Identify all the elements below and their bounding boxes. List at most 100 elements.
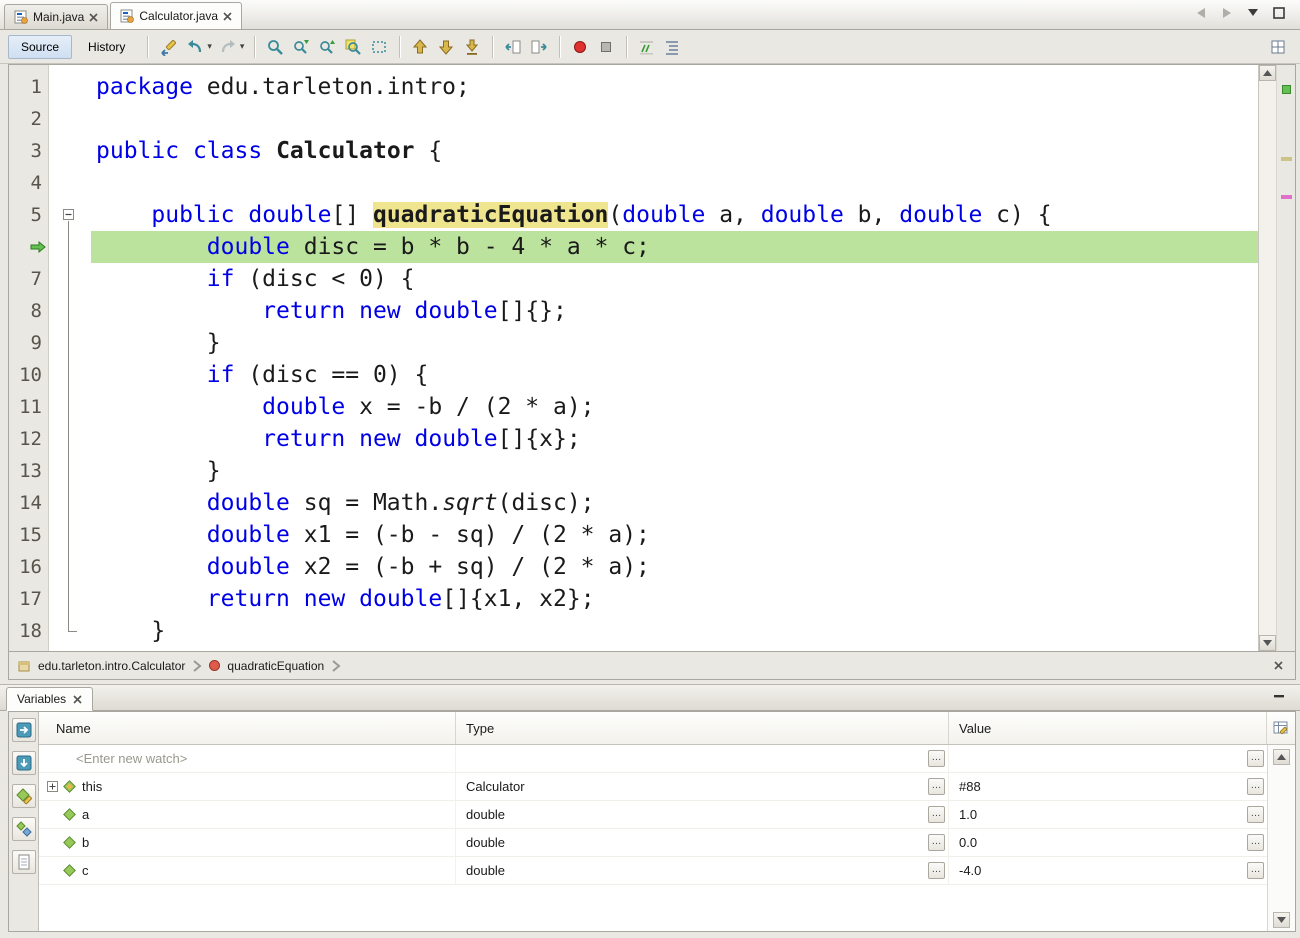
gutter-line[interactable] xyxy=(9,231,48,263)
source-view-button[interactable]: Source xyxy=(8,35,72,59)
gutter-line[interactable]: 7 xyxy=(9,263,48,295)
gutter-line[interactable]: 3 xyxy=(9,135,48,167)
comment-icon[interactable] xyxy=(635,35,659,59)
variable-row-this[interactable]: thisCalculator…#88… xyxy=(39,773,1267,801)
table-options-icon[interactable] xyxy=(1272,719,1290,737)
edit-watch-icon[interactable] xyxy=(12,817,36,841)
start-macro-recording-icon[interactable] xyxy=(568,35,592,59)
jump-forward-dropdown-icon[interactable]: ▾ xyxy=(240,41,245,52)
fold-margin-line[interactable] xyxy=(49,199,91,231)
code-line[interactable]: if (disc == 0) { xyxy=(91,359,1258,391)
maximize-window-icon[interactable] xyxy=(1270,4,1288,22)
scroll-up-icon[interactable] xyxy=(1259,65,1276,81)
tab-scroll-right-icon[interactable] xyxy=(1218,4,1236,22)
shift-left-icon[interactable] xyxy=(501,35,525,59)
code-line[interactable]: } xyxy=(91,455,1258,487)
find-selection-icon[interactable] xyxy=(263,35,287,59)
code-line[interactable]: return new double[]{}; xyxy=(91,295,1258,327)
code-line[interactable]: double disc = b * b - 4 * a * c; xyxy=(91,231,1258,263)
gutter-line[interactable]: 13 xyxy=(9,455,48,487)
gutter-line[interactable]: 16 xyxy=(9,551,48,583)
previous-bookmark-icon[interactable] xyxy=(408,35,432,59)
next-bookmark-icon[interactable] xyxy=(434,35,458,59)
gutter-line[interactable]: 12 xyxy=(9,423,48,455)
column-header-name[interactable]: Name xyxy=(39,712,456,744)
editor-tab-main-java[interactable]: Main.java xyxy=(4,4,108,29)
gutter-line[interactable]: 14 xyxy=(9,487,48,519)
split-document-icon[interactable] xyxy=(1266,35,1290,59)
error-stripe[interactable] xyxy=(1276,65,1295,651)
code-line[interactable]: public class Calculator { xyxy=(91,135,1258,167)
gutter-line[interactable]: 9 xyxy=(9,327,48,359)
toggle-highlight-icon[interactable] xyxy=(341,35,365,59)
breadcrumb-chevron-icon[interactable] xyxy=(331,660,341,672)
column-header-value[interactable]: Value xyxy=(949,712,1267,744)
shift-right-icon[interactable] xyxy=(527,35,551,59)
rectangular-selection-icon[interactable] xyxy=(367,35,391,59)
expand-icon[interactable] xyxy=(47,781,58,792)
error-stripe-mark[interactable] xyxy=(1281,157,1292,161)
gutter-line[interactable]: 2 xyxy=(9,103,48,135)
breadcrumb-method[interactable]: quadraticEquation xyxy=(227,659,324,673)
gutter-line[interactable]: 8 xyxy=(9,295,48,327)
close-tab-icon[interactable] xyxy=(89,13,98,22)
type-ellipsis-button[interactable]: … xyxy=(928,806,945,823)
editor-scrollbar[interactable] xyxy=(1258,65,1276,651)
history-view-button[interactable]: History xyxy=(75,35,138,59)
value-ellipsis-button[interactable]: … xyxy=(1247,862,1264,879)
scroll-down-icon[interactable] xyxy=(1259,635,1276,651)
gutter-line[interactable]: 18 xyxy=(9,615,48,647)
scroll-down-icon[interactable] xyxy=(1273,912,1290,928)
editor-tab-calculator-java[interactable]: Calculator.java xyxy=(110,2,242,29)
new-watch-row[interactable]: <Enter new watch>…… xyxy=(39,745,1267,773)
gutter-line[interactable]: 4 xyxy=(9,167,48,199)
breadcrumb-class[interactable]: edu.tarleton.intro.Calculator xyxy=(38,659,185,673)
variable-row-b[interactable]: bdouble…0.0… xyxy=(39,829,1267,857)
type-ellipsis-button[interactable]: … xyxy=(928,834,945,851)
gutter-line[interactable]: 10 xyxy=(9,359,48,391)
jump-back-dropdown-icon[interactable]: ▾ xyxy=(207,41,212,52)
variable-row-c[interactable]: cdouble…-4.0… xyxy=(39,857,1267,885)
type-ellipsis-button[interactable]: … xyxy=(928,750,945,767)
find-previous-icon[interactable] xyxy=(315,35,339,59)
gutter-line[interactable]: 5 xyxy=(9,199,48,231)
variable-row-a[interactable]: adouble…1.0… xyxy=(39,801,1267,829)
open-document-icon[interactable] xyxy=(12,850,36,874)
code-line[interactable] xyxy=(91,167,1258,199)
code-line[interactable]: double sq = Math.sqrt(disc); xyxy=(91,487,1258,519)
new-watch-icon[interactable] xyxy=(12,784,36,808)
variables-scrollbar[interactable] xyxy=(1267,745,1295,931)
code-line[interactable]: double x = -b / (2 * a); xyxy=(91,391,1258,423)
error-stripe-ok-icon[interactable] xyxy=(1282,85,1291,94)
find-next-icon[interactable] xyxy=(289,35,313,59)
close-view-icon[interactable] xyxy=(73,695,82,704)
gutter-line[interactable]: 11 xyxy=(9,391,48,423)
value-ellipsis-button[interactable]: … xyxy=(1247,834,1264,851)
minimize-window-icon[interactable] xyxy=(1270,687,1288,705)
type-ellipsis-button[interactable]: … xyxy=(928,862,945,879)
collapse-fold-icon[interactable] xyxy=(63,209,74,220)
code-area[interactable]: package edu.tarleton.intro;public class … xyxy=(91,65,1258,651)
code-line[interactable]: double x2 = (-b + sq) / (2 * a); xyxy=(91,551,1258,583)
column-header-type[interactable]: Type xyxy=(456,712,949,744)
scroll-up-icon[interactable] xyxy=(1273,749,1290,765)
last-edit-icon[interactable] xyxy=(157,35,181,59)
error-stripe-mark[interactable] xyxy=(1281,195,1292,199)
jump-forward-icon[interactable] xyxy=(216,35,240,59)
gutter-line[interactable]: 1 xyxy=(9,71,48,103)
stop-macro-recording-icon[interactable] xyxy=(594,35,618,59)
jump-back-icon[interactable] xyxy=(183,35,207,59)
show-watches-icon[interactable] xyxy=(12,718,36,742)
value-ellipsis-button[interactable]: … xyxy=(1247,806,1264,823)
gutter-line[interactable]: 15 xyxy=(9,519,48,551)
tab-variables[interactable]: Variables xyxy=(6,687,93,711)
code-line[interactable]: return new double[]{x1, x2}; xyxy=(91,583,1258,615)
value-ellipsis-button[interactable]: … xyxy=(1247,778,1264,795)
new-watch-placeholder[interactable]: <Enter new watch> xyxy=(76,751,187,766)
format-icon[interactable] xyxy=(661,35,685,59)
code-line[interactable]: return new double[]{x}; xyxy=(91,423,1258,455)
code-line[interactable]: } xyxy=(91,615,1258,647)
code-line[interactable] xyxy=(91,103,1258,135)
show-evaluation-icon[interactable] xyxy=(12,751,36,775)
code-line[interactable]: double x1 = (-b - sq) / (2 * a); xyxy=(91,519,1258,551)
